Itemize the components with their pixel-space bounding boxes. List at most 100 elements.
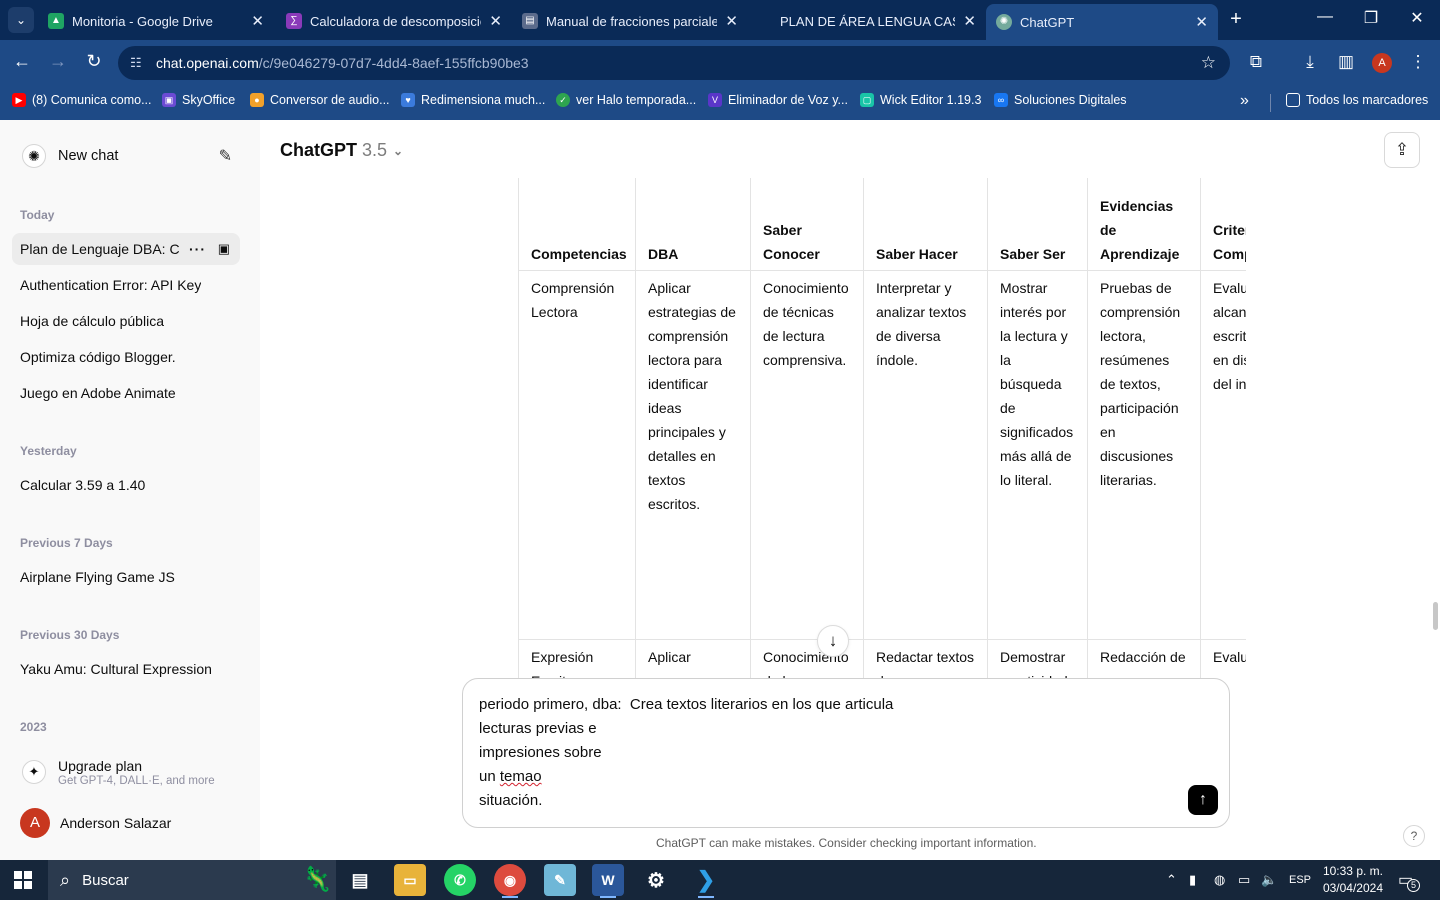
task-view-icon[interactable]: ▤ <box>344 864 376 896</box>
tray-camera-icon[interactable]: ◍ <box>1214 872 1225 888</box>
new-chat-button[interactable]: ✺ New chat ✎ <box>12 136 240 176</box>
profile-avatar[interactable]: A <box>1372 53 1392 73</box>
chat-item-label: Airplane Flying Game JS <box>20 569 175 585</box>
chat-item[interactable]: Airplane Flying Game JS <box>12 561 240 593</box>
bookmark-item[interactable]: ♥ Redimensiona much... <box>401 93 545 107</box>
tab-google-drive[interactable]: ▲ Monitoria - Google Drive ✕ <box>38 6 274 36</box>
bookmark-item[interactable]: ▣ SkyOffice <box>162 93 235 107</box>
chat-item[interactable]: Juego en Adobe Animate <box>12 377 240 409</box>
site-info-icon[interactable]: ☷ <box>130 55 142 71</box>
bookmark-item[interactable]: ● Conversor de audio... <box>250 93 390 107</box>
back-icon[interactable]: ← <box>10 51 34 72</box>
user-menu[interactable]: A Anderson Salazar <box>20 808 171 838</box>
help-icon[interactable]: ? <box>1403 825 1425 847</box>
bookmark-item[interactable]: V Eliminador de Voz y... <box>708 93 848 107</box>
chat-item-label: Hoja de cálculo pública <box>20 313 164 329</box>
all-bookmarks[interactable]: Todos los marcadores <box>1286 93 1428 107</box>
tab-calculadora[interactable]: ∑ Calculadora de descomposición ✕ <box>276 6 512 36</box>
table-cell: Redactar textos de <box>863 639 988 678</box>
word-icon[interactable]: W <box>592 864 624 898</box>
more-options-icon[interactable]: ··· <box>189 241 206 257</box>
address-bar[interactable]: ☷ chat.openai.com/c/9e046279-07d7-4dd4-8… <box>118 46 1230 80</box>
close-window-icon[interactable]: ✕ <box>1402 8 1432 28</box>
table-cell: Aplicar <box>635 639 751 678</box>
page-scrollbar[interactable] <box>1433 602 1438 630</box>
taskbar-clock[interactable]: 10:33 p. m. 03/04/2024 <box>1313 863 1383 897</box>
chat-item[interactable]: Calcular 3.59 a 1.40 <box>12 469 240 501</box>
paint-icon[interactable]: ✎ <box>544 864 576 896</box>
composer-text[interactable]: periodo primero, dba: Crea textos litera… <box>479 693 893 813</box>
chat-item-label: Optimiza código Blogger. <box>20 349 176 365</box>
google-drive-icon: ▲ <box>48 13 64 29</box>
vscode-icon[interactable]: ❯ <box>690 864 722 898</box>
language-indicator[interactable]: ESP <box>1289 874 1311 886</box>
close-tab-icon[interactable]: ✕ <box>725 12 738 30</box>
forward-icon[interactable]: → <box>46 51 70 72</box>
restore-icon[interactable]: ❐ <box>1356 8 1386 28</box>
send-arrow-icon[interactable]: ↑ <box>1188 785 1218 815</box>
windows-start-icon[interactable] <box>14 871 32 889</box>
menu-kebab-icon[interactable]: ⋮ <box>1406 52 1430 72</box>
minimize-icon[interactable]: — <box>1310 8 1340 26</box>
extensions-icon[interactable]: ⧉ <box>1244 52 1268 72</box>
close-tab-icon[interactable]: ✕ <box>1195 13 1208 31</box>
bookmark-label: Conversor de audio... <box>270 93 390 107</box>
download-icon[interactable]: ⤓ <box>1298 52 1322 72</box>
table-cell: Expresión Escrita <box>518 639 636 678</box>
archive-icon[interactable]: ▣ <box>218 241 230 257</box>
chrome-icon[interactable]: ◉ <box>494 864 526 898</box>
tab-search-icon[interactable]: ⌄ <box>8 7 34 33</box>
chat-item[interactable]: Yaku Amu: Cultural Expression <box>12 653 240 685</box>
share-icon[interactable]: ⇪ <box>1384 132 1420 168</box>
compose-icon[interactable]: ✎ <box>219 146 232 166</box>
close-tab-icon[interactable]: ✕ <box>251 12 264 30</box>
taskbar-search-label: Buscar <box>82 871 129 889</box>
user-avatar: A <box>20 808 50 838</box>
response-table: Competencias DBA Saber Conocer Saber Hac… <box>518 178 1246 678</box>
bookmark-label: Redimensiona much... <box>421 93 546 107</box>
chat-item-label: Yaku Amu: Cultural Expression <box>20 661 212 677</box>
close-tab-icon[interactable]: ✕ <box>963 12 976 30</box>
notification-icon[interactable]: ▭ 5 <box>1398 870 1420 892</box>
tray-app-icon[interactable]: ▮ <box>1189 872 1196 888</box>
upgrade-plan-button[interactable]: ✦ Upgrade plan Get GPT-4, DALL·E, and mo… <box>12 750 240 794</box>
composer-line: un <box>479 768 500 785</box>
bookmark-star-icon[interactable]: ☆ <box>1201 53 1216 73</box>
tab-manual-fracciones[interactable]: ▤ Manual de fracciones parciales ✕ <box>512 6 748 36</box>
model-name: ChatGPT <box>280 140 358 160</box>
file-explorer-icon[interactable]: ▭ <box>394 864 426 896</box>
whatsapp-icon[interactable]: ✆ <box>444 864 476 896</box>
skyoffice-icon: ▣ <box>162 93 176 107</box>
tab-plan-area[interactable]: PLAN DE ÁREA LENGUA CASTE ✕ <box>750 6 986 36</box>
bookmark-item[interactable]: ▢ Wick Editor 1.19.3 <box>860 93 981 107</box>
bookmark-label: (8) Comunica como... <box>32 93 152 107</box>
table-cell: Aplicar estrategias de comprensión lecto… <box>635 270 751 640</box>
scroll-to-bottom-arrow-icon[interactable]: ↓ <box>817 625 849 657</box>
section-title: Today <box>20 208 55 222</box>
close-tab-icon[interactable]: ✕ <box>489 12 502 30</box>
volume-icon[interactable]: 🔈 <box>1261 872 1277 888</box>
taskbar-search[interactable]: ⌕ Buscar 🦎 <box>48 860 336 900</box>
more-bookmarks-icon[interactable]: » <box>1240 92 1249 110</box>
bookmark-item[interactable]: ▶ (8) Comunica como... <box>12 93 151 107</box>
settings-gear-icon[interactable]: ⚙ <box>640 864 672 896</box>
side-panel-icon[interactable]: ▥ <box>1334 52 1358 72</box>
bookmark-item[interactable]: ✓ ver Halo temporada... <box>556 93 696 107</box>
bookmark-label: Wick Editor 1.19.3 <box>880 93 982 107</box>
url-path: /c/9e046279-07d7-4dd4-8aef-155ffcb90be3 <box>258 55 529 71</box>
model-selector[interactable]: ChatGPT 3.5 ⌄ <box>280 140 403 161</box>
chat-item[interactable]: Optimiza código Blogger. <box>12 341 240 373</box>
tab-chatgpt[interactable]: ✺ ChatGPT ✕ <box>986 4 1218 40</box>
network-icon[interactable]: ▭ <box>1238 872 1250 888</box>
chat-item[interactable]: Authentication Error: API Key <box>12 269 240 301</box>
message-composer[interactable]: periodo primero, dba: Crea textos litera… <box>462 678 1230 828</box>
chat-item[interactable]: Hoja de cálculo pública <box>12 305 240 337</box>
url-host: chat.openai.com <box>156 55 259 71</box>
reload-icon[interactable]: ↻ <box>82 51 106 72</box>
bookmark-item[interactable]: ∞ Soluciones Digitales <box>994 93 1127 107</box>
new-tab-icon[interactable]: + <box>1224 8 1248 31</box>
chevron-down-icon: ⌄ <box>393 143 404 158</box>
chat-item-active[interactable]: Plan de Lenguaje DBA: Co ··· ▣ <box>12 233 240 265</box>
tray-chevron-up-icon[interactable]: ⌃ <box>1166 872 1177 888</box>
response-table-scroll[interactable]: Competencias DBA Saber Conocer Saber Hac… <box>518 178 1246 678</box>
